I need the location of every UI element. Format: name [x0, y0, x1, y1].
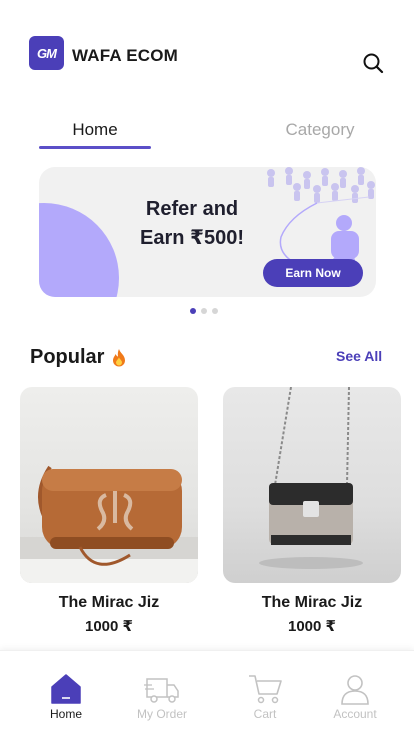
cart-icon: [249, 675, 282, 704]
referral-banner[interactable]: Refer and Earn ₹500! Earn Now: [39, 167, 376, 297]
user-icon: [341, 675, 369, 705]
active-tab-indicator: [39, 146, 151, 149]
product-card[interactable]: The Mirac Jiz 1000 ₹: [20, 387, 198, 635]
top-tabs: Home Category: [0, 112, 414, 152]
banner-decoration: [39, 203, 119, 297]
banner-line-1: Refer and: [145, 198, 239, 220]
nav-label-cart: Cart: [253, 707, 277, 721]
brown-leather-camera-bag-image: [20, 465, 198, 583]
app-logo[interactable]: GM: [29, 36, 64, 70]
app-header: GM WAFA ECOM: [0, 0, 414, 96]
truck-icon: [144, 678, 179, 703]
product-image[interactable]: [223, 387, 401, 583]
popular-section-title: Popular: [30, 346, 128, 369]
nav-account[interactable]: Account: [315, 651, 395, 736]
carousel-indicator: [190, 308, 218, 316]
bottom-navigation: Home My Order Cart Account: [0, 650, 414, 736]
product-card[interactable]: The Mirac Jiz 1000 ₹: [223, 387, 401, 635]
carousel-dot[interactable]: [212, 308, 218, 314]
tab-home[interactable]: Home: [39, 120, 151, 140]
product-price: 1000 ₹: [85, 618, 133, 635]
tab-category[interactable]: Category: [262, 120, 378, 140]
popular-title-text: Popular: [30, 346, 105, 368]
product-name: The Mirac Jiz: [261, 594, 363, 611]
nav-cart[interactable]: Cart: [225, 651, 305, 736]
nav-my-order[interactable]: My Order: [122, 651, 202, 736]
product-name: The Mirac Jiz: [58, 594, 160, 611]
nav-label-home: Home: [49, 707, 82, 721]
search-button[interactable]: [362, 52, 384, 74]
home-icon: [51, 674, 81, 704]
banner-headline: Refer and Earn ₹500!: [117, 195, 267, 253]
see-all-link[interactable]: See All: [336, 348, 382, 364]
nav-label-my-order: My Order: [136, 707, 187, 721]
nav-label-account: Account: [333, 707, 377, 721]
search-icon: [363, 53, 384, 74]
carousel-dot[interactable]: [201, 308, 207, 314]
earn-now-button[interactable]: Earn Now: [263, 259, 363, 287]
fire-icon: [113, 348, 126, 366]
banner-line-2: Earn ₹500!: [140, 227, 244, 249]
product-image[interactable]: [20, 387, 198, 583]
black-chain-strap-bag-image: [259, 387, 363, 569]
product-price: 1000 ₹: [288, 618, 336, 635]
logo-text: GM: [37, 45, 57, 61]
app-title: WAFA ECOM: [72, 46, 178, 65]
nav-home[interactable]: Home: [26, 651, 106, 736]
carousel-dot[interactable]: [190, 308, 196, 314]
